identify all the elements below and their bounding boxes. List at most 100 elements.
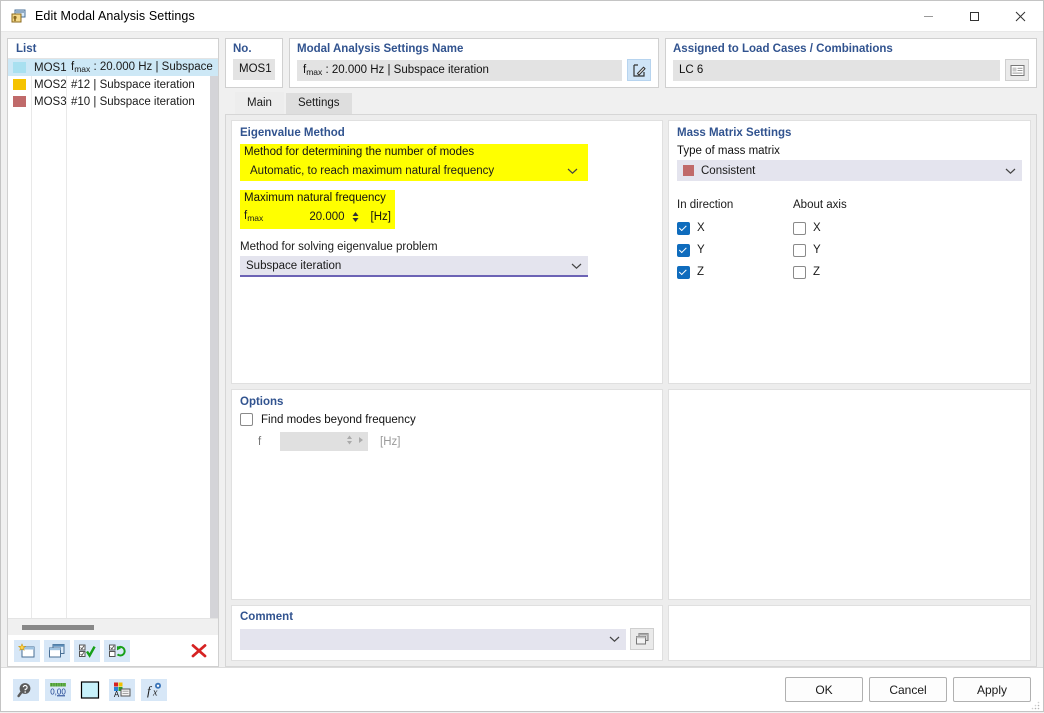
axis-headers: In direction About axis <box>677 199 1022 211</box>
list-horizontal-scrollbar[interactable] <box>8 618 218 635</box>
list-toolbar <box>8 635 218 666</box>
color-swatch-icon[interactable] <box>77 679 103 701</box>
about-axis-x-label: X <box>813 222 821 234</box>
comment-input[interactable] <box>240 628 626 650</box>
options-group: Options Find modes beyond frequency f [H… <box>231 389 663 600</box>
fmax-value: 20.000 <box>309 210 345 223</box>
close-button[interactable] <box>997 1 1043 32</box>
tab-main[interactable]: Main <box>235 92 284 114</box>
edit-pencil-icon[interactable] <box>627 59 651 81</box>
about-axis-y-label: Y <box>813 244 821 256</box>
tab-settings[interactable]: Settings <box>285 93 352 114</box>
mass-matrix-type-select[interactable]: Consistent <box>677 160 1022 181</box>
comment-row <box>240 628 654 650</box>
comment-title: Comment <box>240 611 294 623</box>
fmax-label: fmax <box>244 210 264 223</box>
name-field-card: Modal Analysis Settings Name fmax : 20.0… <box>289 38 659 88</box>
checkbox-icon <box>677 243 690 257</box>
mass-matrix-type-label: Type of mass matrix <box>677 145 780 157</box>
in-direction-y-checkbox[interactable]: Y <box>677 243 793 257</box>
help-magnifier-icon[interactable] <box>13 678 39 701</box>
about-axis-z-label: Z <box>813 266 821 278</box>
in-direction-z-checkbox[interactable]: Z <box>677 265 793 279</box>
axis-checkbox-grid: X X Y Y Z Z <box>677 217 1022 283</box>
top-fields-strip: No. MOS1 Modal Analysis Settings Name fm… <box>225 38 1037 88</box>
color-swatch-icon <box>13 96 26 107</box>
delete-item-button[interactable] <box>186 640 212 662</box>
ok-button[interactable]: OK <box>785 677 863 702</box>
window-controls <box>905 1 1043 32</box>
chevron-down-icon[interactable] <box>609 635 620 643</box>
pane-row-middle: Options Find modes beyond frequency f [H… <box>231 389 1031 600</box>
find-modes-label: Find modes beyond frequency <box>261 413 416 426</box>
column-separator-1 <box>31 59 32 618</box>
comment-library-icon[interactable] <box>630 628 654 650</box>
name-input[interactable]: fmax : 20.000 Hz | Subspace iteration <box>297 59 622 81</box>
apply-button[interactable]: Apply <box>953 677 1031 702</box>
invert-selection-button[interactable] <box>104 639 130 662</box>
about-axis-z-checkbox[interactable]: Z <box>793 265 909 279</box>
list-item-description: #10 | Subspace iteration <box>71 95 195 108</box>
new-item-button[interactable] <box>14 639 40 662</box>
pane-row-bottom: Comment <box>231 605 1031 661</box>
about-axis-x-checkbox[interactable]: X <box>793 221 909 235</box>
checkbox-icon <box>793 265 806 279</box>
number-field-label: No. <box>233 43 252 55</box>
dialog-body: List MOS1 fmax : 20.000 Hz | Subspace MO… <box>1 32 1043 667</box>
checkbox-icon <box>240 413 253 426</box>
display-properties-icon[interactable]: A <box>109 678 135 701</box>
minimize-button[interactable] <box>905 1 951 32</box>
modal-analysis-icon <box>11 8 27 24</box>
resize-grip-icon[interactable] <box>1030 699 1040 710</box>
options-title: Options <box>240 396 284 408</box>
solve-method-label: Method for solving eigenvalue problem <box>240 241 438 253</box>
color-swatch-icon <box>13 79 26 90</box>
window-title: Edit Modal Analysis Settings <box>35 9 195 23</box>
formula-icon[interactable]: f x <box>141 678 167 701</box>
solve-method-select[interactable]: Subspace iteration <box>240 256 588 277</box>
fmax-unit: [Hz] <box>370 210 391 223</box>
modes-method-select[interactable]: Automatic, to reach maximum natural freq… <box>244 160 584 181</box>
solve-method-value: Subspace iteration <box>246 259 342 272</box>
tab-bar: Main Settings <box>225 92 1037 114</box>
f-stepper <box>280 432 368 451</box>
in-direction-x-checkbox[interactable]: X <box>677 221 793 235</box>
number-input[interactable]: MOS1 <box>233 59 275 80</box>
list-grid[interactable]: MOS1 fmax : 20.000 Hz | Subspace MOS2 #1… <box>8 58 218 618</box>
list-item[interactable]: MOS3 #10 | Subspace iteration <box>8 93 218 110</box>
comment-right-empty-panel <box>668 605 1031 661</box>
color-swatch-cell <box>8 62 31 73</box>
spinner-arrows-icon[interactable] <box>351 210 360 224</box>
load-cases-input[interactable]: LC 6 <box>673 59 1000 81</box>
checkbox-icon <box>677 265 690 279</box>
list-header-label: List <box>8 39 218 58</box>
modes-method-label: Method for determining the number of mod… <box>244 146 475 158</box>
axis-row-x: X X <box>677 217 1022 239</box>
find-modes-checkbox-row[interactable]: Find modes beyond frequency <box>240 413 654 426</box>
maximize-button[interactable] <box>951 1 997 32</box>
edit-modal-analysis-settings-window: Edit Modal Analysis Settings List MOS1 f… <box>0 0 1044 712</box>
axis-row-z: Z Z <box>677 261 1022 283</box>
list-item[interactable]: MOS1 fmax : 20.000 Hz | Subspace <box>8 59 218 76</box>
tab-content-pane: Eigenvalue Method Method for determining… <box>225 114 1037 667</box>
mass-matrix-type-value: Consistent <box>701 164 756 177</box>
chevron-down-icon <box>571 262 582 270</box>
spinner-arrows-icon <box>345 433 354 450</box>
select-all-button[interactable] <box>74 639 100 662</box>
list-item[interactable]: MOS2 #12 | Subspace iteration <box>8 76 218 93</box>
about-axis-y-checkbox[interactable]: Y <box>793 243 909 257</box>
scrollbar-thumb[interactable] <box>22 624 94 630</box>
comment-card: Comment <box>231 605 663 661</box>
list-card-icon[interactable] <box>1005 59 1029 81</box>
copy-item-button[interactable] <box>44 639 70 662</box>
title-bar: Edit Modal Analysis Settings <box>1 1 1043 32</box>
cancel-button[interactable]: Cancel <box>869 677 947 702</box>
decimal-places-icon[interactable]: 0,00 <box>45 678 71 701</box>
axis-row-y: Y Y <box>677 239 1022 261</box>
list-vertical-scrollbar[interactable] <box>210 59 218 618</box>
number-field-row: MOS1 <box>233 59 275 80</box>
footer-bar: 0,00 A f x OK Cancel Apply <box>1 667 1043 711</box>
load-cases-label: Assigned to Load Cases / Combinations <box>673 43 893 55</box>
in-direction-y-label: Y <box>697 244 705 256</box>
fmax-stepper[interactable]: 20.000 <box>269 207 364 226</box>
